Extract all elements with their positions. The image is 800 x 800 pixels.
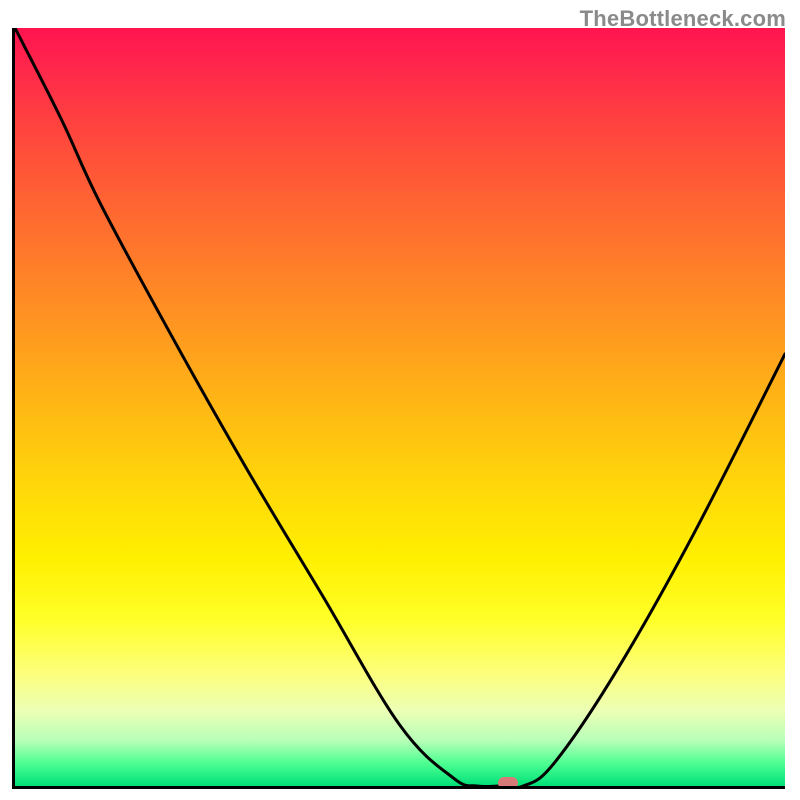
x-axis-line [12, 786, 785, 789]
chart-container: TheBottleneck.com [0, 0, 800, 800]
watermark-text: TheBottleneck.com [580, 6, 786, 32]
y-axis-line [12, 28, 15, 786]
plot-area [15, 28, 785, 786]
axes [15, 28, 785, 786]
